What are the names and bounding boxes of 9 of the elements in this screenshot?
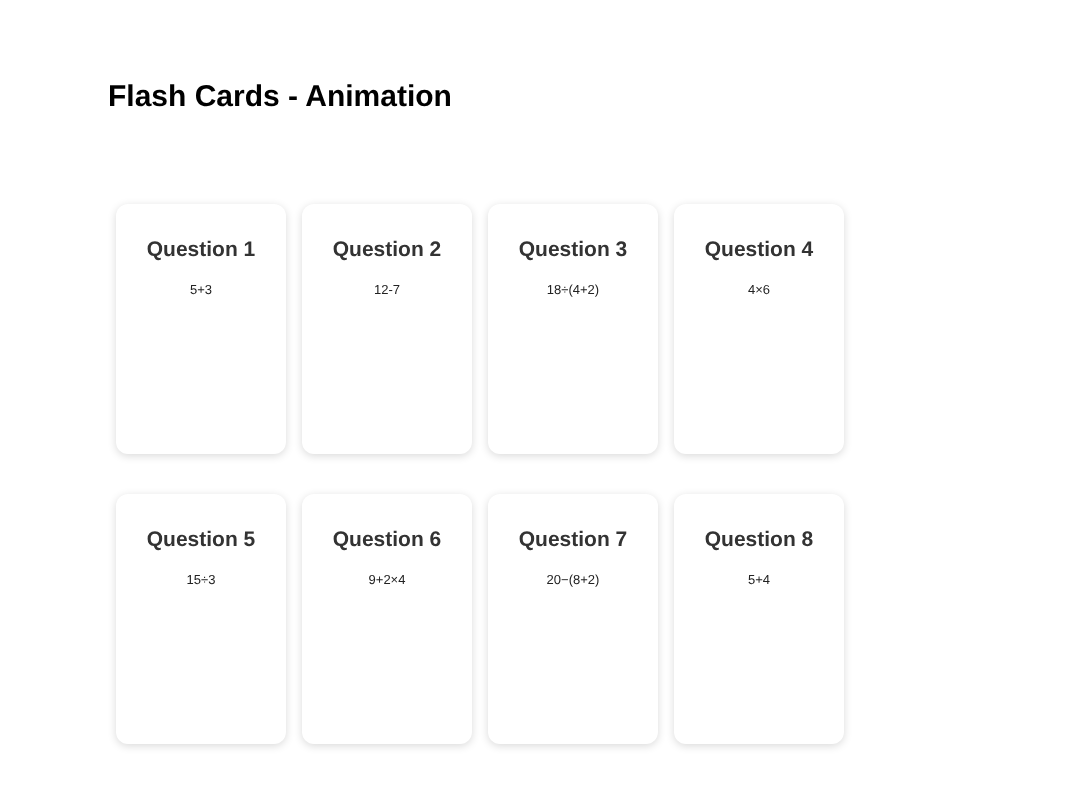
card-question: Question 8 bbox=[704, 528, 814, 554]
page-title: Flash Cards - Animation bbox=[108, 80, 452, 116]
card-question: Question 7 bbox=[518, 528, 628, 554]
card-question: Question 5 bbox=[146, 528, 256, 554]
card-question: Question 2 bbox=[332, 238, 442, 264]
card-question: Question 3 bbox=[518, 238, 628, 264]
card-question: Question 4 bbox=[704, 238, 814, 264]
card-question: Question 1 bbox=[146, 238, 256, 264]
card-question: Question 6 bbox=[332, 528, 442, 554]
